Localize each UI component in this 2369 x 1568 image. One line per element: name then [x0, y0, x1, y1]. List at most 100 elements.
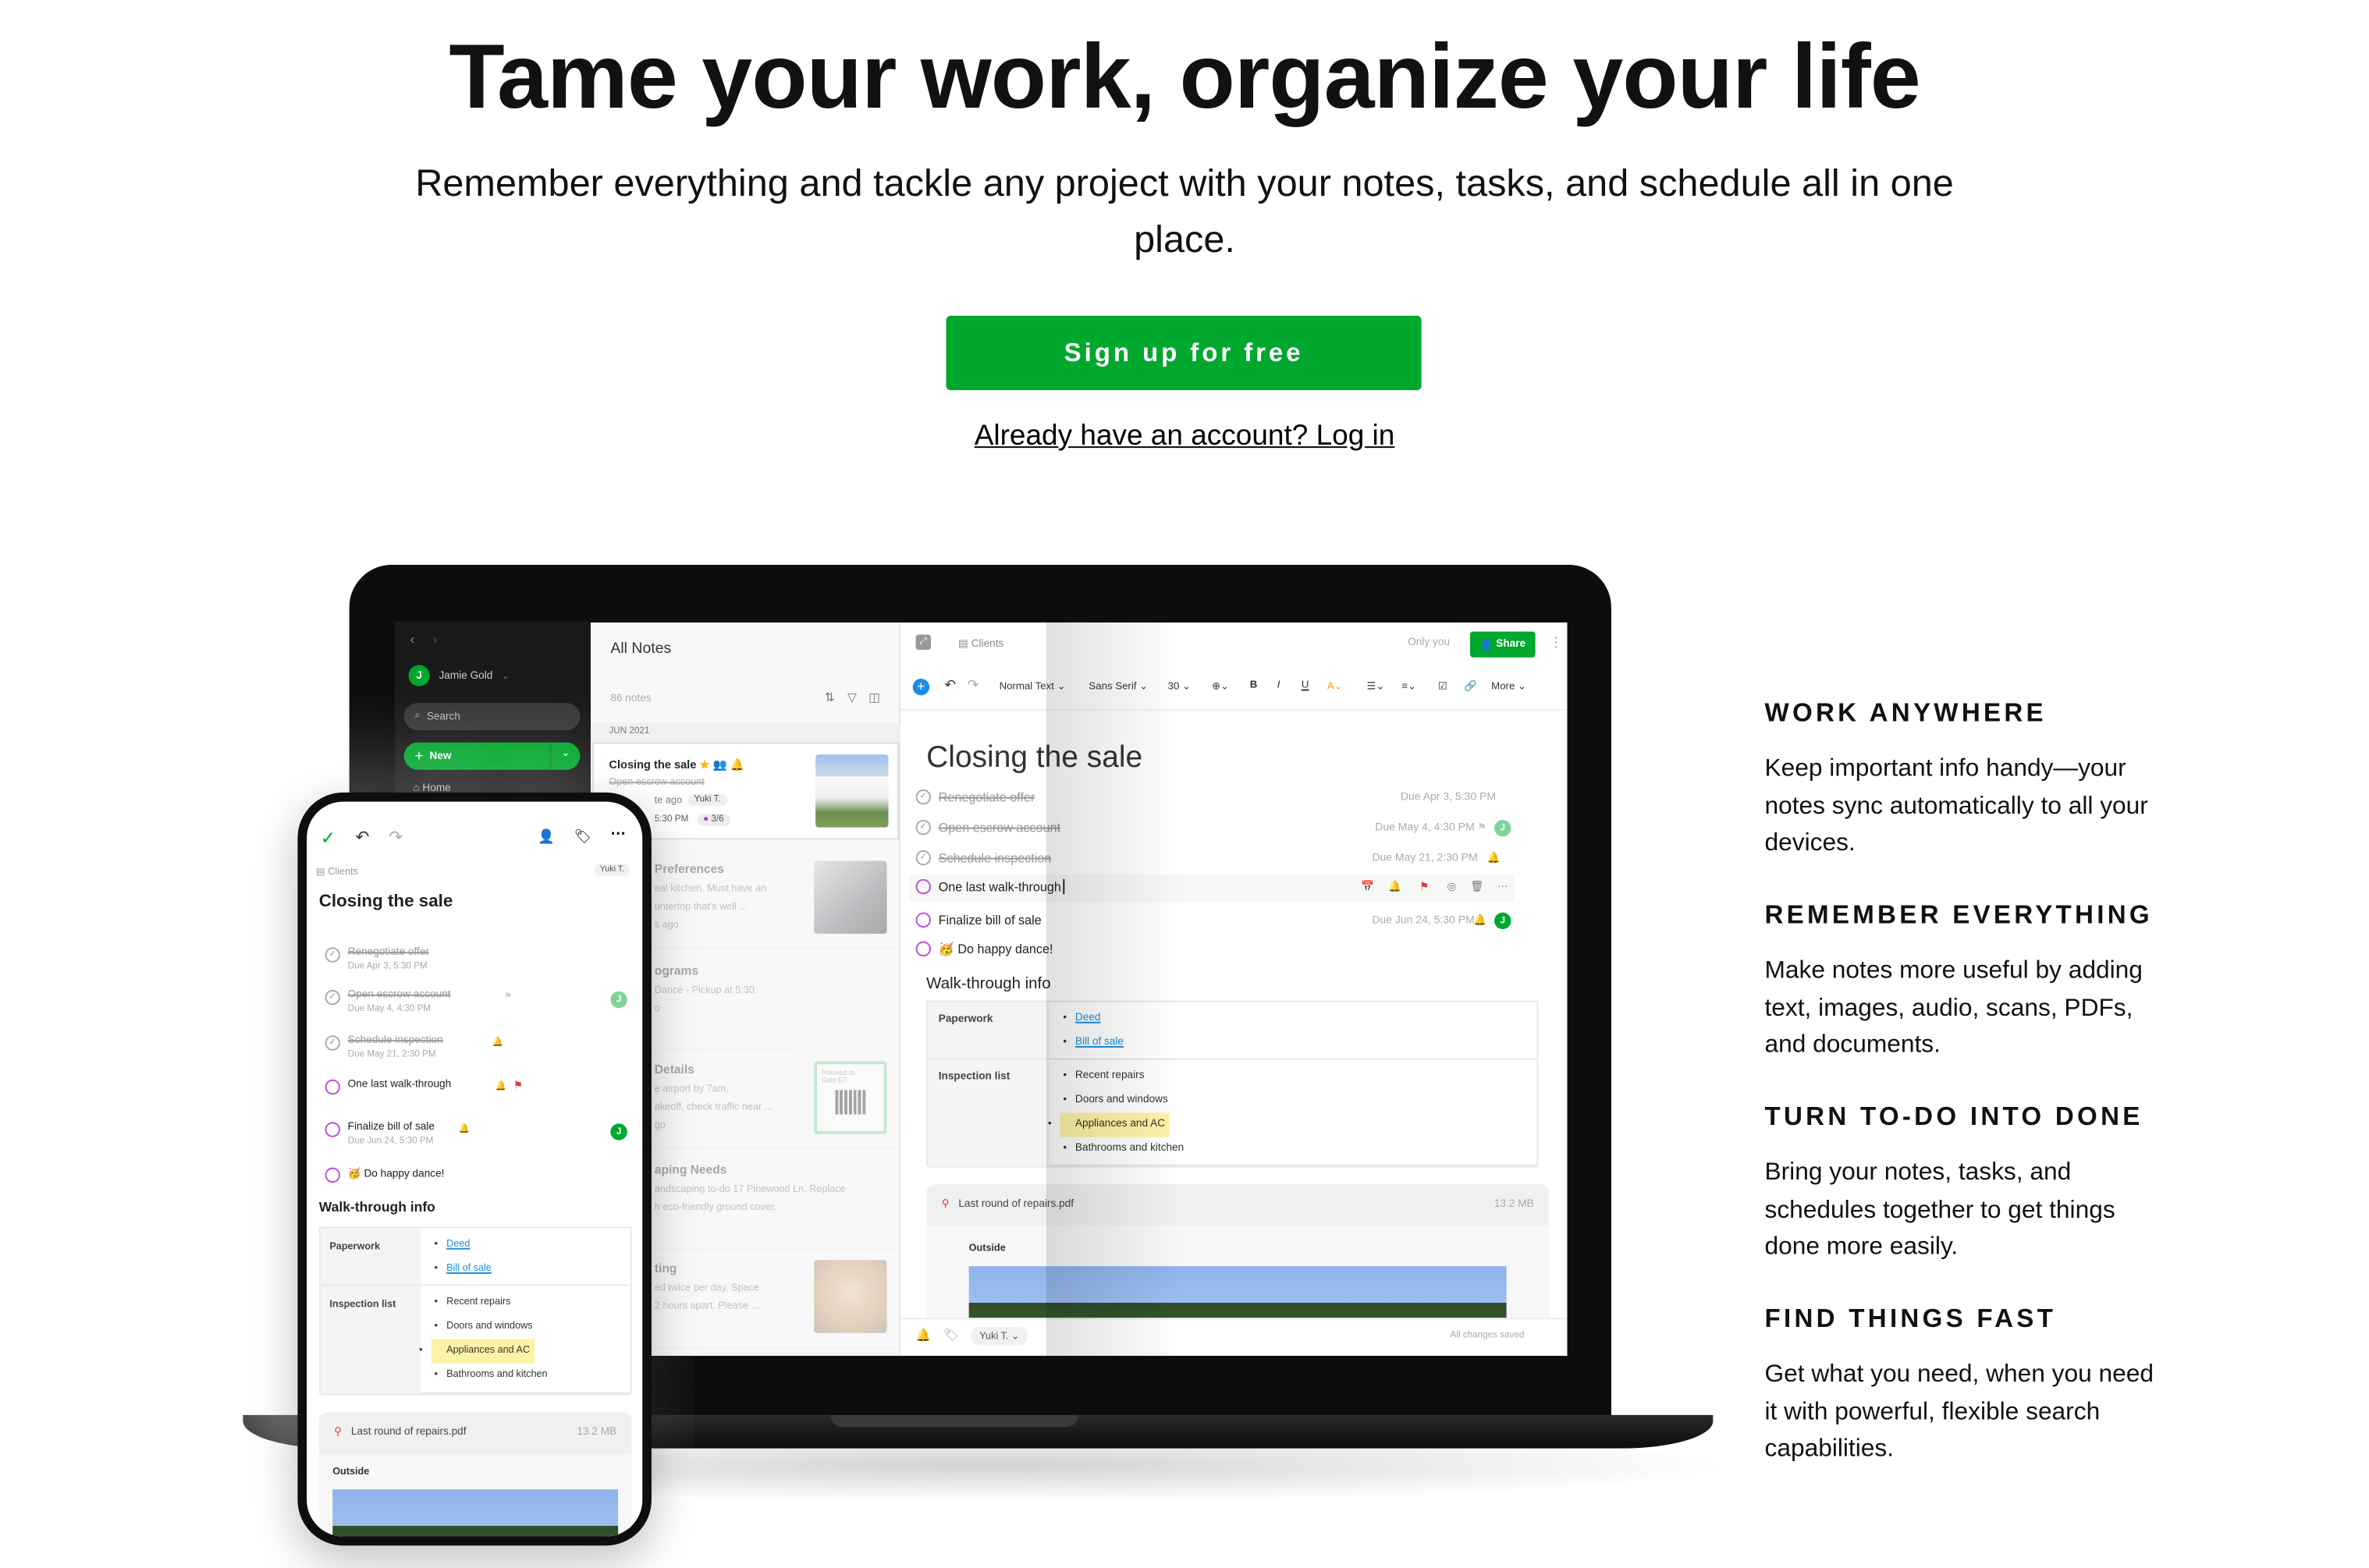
task-label[interactable]: Schedule inspection — [348, 1035, 443, 1046]
new-button[interactable]: + New ⌄ — [403, 742, 581, 770]
task-checkbox[interactable] — [325, 1122, 340, 1137]
task-label[interactable]: Renegotiate offer — [348, 947, 429, 958]
add-person-icon[interactable]: 👤 — [538, 829, 555, 846]
redo-icon[interactable]: ↷ — [389, 828, 403, 847]
sign-up-button[interactable]: Sign up for free — [946, 315, 1422, 391]
numbered-list-icon[interactable]: ≡⌄ — [1401, 680, 1416, 693]
task-label[interactable]: 🥳 Do happy dance! — [939, 942, 1053, 958]
task-row[interactable]: ✓ Schedule inspection Due May 21, 2:30 PM 🔔 — [915, 846, 1511, 873]
add-tag-icon[interactable]: 🏷 — [574, 829, 591, 846]
flag-icon[interactable]: ⚑ — [1477, 821, 1486, 836]
bell-icon[interactable]: 🔔 — [1473, 914, 1486, 929]
filter-icon[interactable]: ▽ — [847, 691, 857, 705]
back-icon[interactable]: ‹ — [410, 632, 414, 647]
bell-icon[interactable]: 🔔 — [459, 1122, 471, 1137]
task-checkbox[interactable] — [915, 878, 932, 895]
more-dropdown[interactable]: More ⌄ — [1491, 680, 1526, 693]
expand-icon[interactable]: ⤢ — [915, 634, 932, 650]
task-checkbox[interactable] — [915, 912, 932, 928]
assignee-avatar[interactable]: J — [610, 1123, 627, 1141]
task-label[interactable]: Renegotiate offer — [939, 789, 1035, 804]
task-row[interactable]: ✓ Renegotiate offer Due Apr 3, 5:30 PM — [915, 785, 1511, 812]
assign-icon[interactable]: ◎ — [1447, 881, 1457, 896]
task-row[interactable]: ✓ Open escrow account Due May 4, 4:30 PM ⚑ J — [915, 815, 1511, 843]
task-label[interactable]: 🥳 Do happy dance! — [348, 1168, 445, 1180]
user-chip[interactable]: Yuki T. — [593, 864, 630, 876]
more-options-icon[interactable]: ⋮ — [1549, 635, 1563, 651]
list-item[interactable]: Bill of sale — [435, 1257, 492, 1281]
link-icon[interactable]: 🔗 — [1464, 680, 1476, 693]
share-button[interactable]: 👤 Share — [1469, 631, 1536, 658]
assignee-avatar[interactable]: J — [1494, 819, 1511, 837]
task-label[interactable]: Finalize bill of sale — [348, 1122, 435, 1133]
undo-icon[interactable]: ↶ — [945, 677, 957, 694]
checklist-icon[interactable]: ☑ — [1438, 680, 1447, 693]
forward-icon[interactable]: › — [433, 632, 438, 647]
task-row[interactable]: ✓ Open escrow account Due May 4, 4:30 PM ⚑ J — [325, 985, 627, 1014]
sort-icon[interactable]: ⇅ — [825, 691, 835, 705]
task-label[interactable]: Schedule inspection — [939, 850, 1052, 865]
bold-icon[interactable]: B — [1250, 680, 1258, 691]
redo-icon[interactable]: ↷ — [968, 677, 979, 694]
assignee-avatar[interactable]: J — [1494, 912, 1511, 930]
user-chip[interactable]: Yuki T. ⌄ — [970, 1326, 1029, 1346]
underline-icon[interactable]: U — [1302, 680, 1309, 691]
task-label[interactable]: One last walk-through — [939, 878, 1064, 895]
task-row[interactable]: One last walk-through 🔔 ⚑ — [325, 1075, 621, 1102]
view-options-icon[interactable]: ◫ — [868, 691, 880, 705]
task-row[interactable]: ✓ Renegotiate offer Due Apr 3, 5:30 PM — [325, 943, 621, 972]
task-checkbox[interactable] — [915, 941, 932, 957]
bullet-list-icon[interactable]: ☰⌄ — [1367, 680, 1385, 693]
task-row[interactable]: Finalize bill of sale Due Jun 24, 5:30 PM… — [325, 1117, 627, 1146]
chevron-down-icon[interactable]: ⌄ — [549, 742, 581, 770]
account-switcher[interactable]: J Jamie Gold ⌄ — [408, 665, 510, 686]
breadcrumb[interactable]: ▤ Clients — [958, 637, 1003, 650]
bell-icon[interactable]: 🔔 — [492, 1035, 504, 1050]
bell-icon[interactable]: 🔔 — [1388, 881, 1401, 896]
pdf-attachment[interactable]: ⚲ Last round of repairs.pdf 13.2 MB Outside — [318, 1411, 632, 1537]
task-checkbox[interactable]: ✓ — [325, 947, 340, 963]
italic-icon[interactable]: I — [1277, 680, 1280, 691]
bell-icon[interactable]: 🔔 — [495, 1080, 506, 1094]
qr-code-icon — [835, 1090, 866, 1115]
flag-icon[interactable]: ⚑ — [1419, 881, 1429, 896]
insert-dropdown-icon[interactable]: ⊕⌄ — [1212, 680, 1229, 693]
task-label[interactable]: Open escrow account — [939, 820, 1060, 835]
search-input[interactable]: ⌕ Search — [403, 703, 581, 731]
undo-icon[interactable]: ↶ — [355, 828, 369, 847]
tag-add-icon[interactable]: 🏷 — [943, 1329, 959, 1343]
task-label[interactable]: Finalize bill of sale — [939, 913, 1042, 928]
more-icon[interactable]: ⋯ — [1497, 881, 1508, 896]
more-options-icon[interactable]: ⋯ — [610, 826, 625, 843]
task-checkbox[interactable] — [325, 1167, 340, 1183]
insert-icon[interactable]: + — [912, 678, 930, 696]
note-title[interactable]: Closing the sale — [319, 892, 453, 910]
document-link[interactable]: Deed — [446, 1239, 470, 1250]
task-checkbox[interactable]: ✓ — [915, 819, 932, 835]
task-row[interactable]: Finalize bill of sale Due Jun 24, 5:30 PM… — [915, 908, 1511, 935]
task-checkbox[interactable]: ✓ — [325, 1035, 340, 1051]
reminder-add-icon[interactable]: 🔔 — [916, 1329, 931, 1343]
flag-icon[interactable]: ⚑ — [504, 990, 512, 1005]
login-link[interactable]: Already have an account? Log in — [975, 420, 1395, 452]
task-row[interactable]: One last walk-through 📅 🔔 ⚑ ◎ 🗑 ⋯ — [909, 874, 1515, 903]
calendar-add-icon[interactable]: 📅 — [1361, 881, 1374, 896]
task-row[interactable]: 🥳 Do happy dance! — [325, 1163, 621, 1190]
flag-icon[interactable]: ⚑ — [513, 1080, 523, 1094]
assignee-avatar[interactable]: J — [610, 991, 627, 1009]
task-checkbox[interactable]: ✓ — [915, 789, 932, 805]
task-row[interactable]: 🥳 Do happy dance! — [915, 937, 1511, 964]
trash-icon[interactable]: 🗑 — [1470, 881, 1483, 896]
document-link[interactable]: Bill of sale — [446, 1263, 492, 1274]
list-item[interactable]: Deed — [435, 1233, 492, 1257]
task-checkbox[interactable] — [325, 1079, 340, 1095]
breadcrumb[interactable]: ▤ Clients — [316, 865, 358, 878]
task-label[interactable]: Open escrow account — [348, 990, 451, 1001]
task-label[interactable]: One last walk-through — [348, 1080, 452, 1091]
task-row[interactable]: ✓ Schedule inspection Due May 21, 2:30 PM 🔔 — [325, 1031, 621, 1059]
bell-icon[interactable]: 🔔 — [1487, 852, 1501, 867]
task-checkbox[interactable]: ✓ — [325, 989, 340, 1006]
highlight-icon[interactable]: A⌄ — [1327, 680, 1343, 693]
task-checkbox[interactable]: ✓ — [915, 850, 932, 866]
done-check-icon[interactable]: ✓ — [321, 828, 336, 849]
